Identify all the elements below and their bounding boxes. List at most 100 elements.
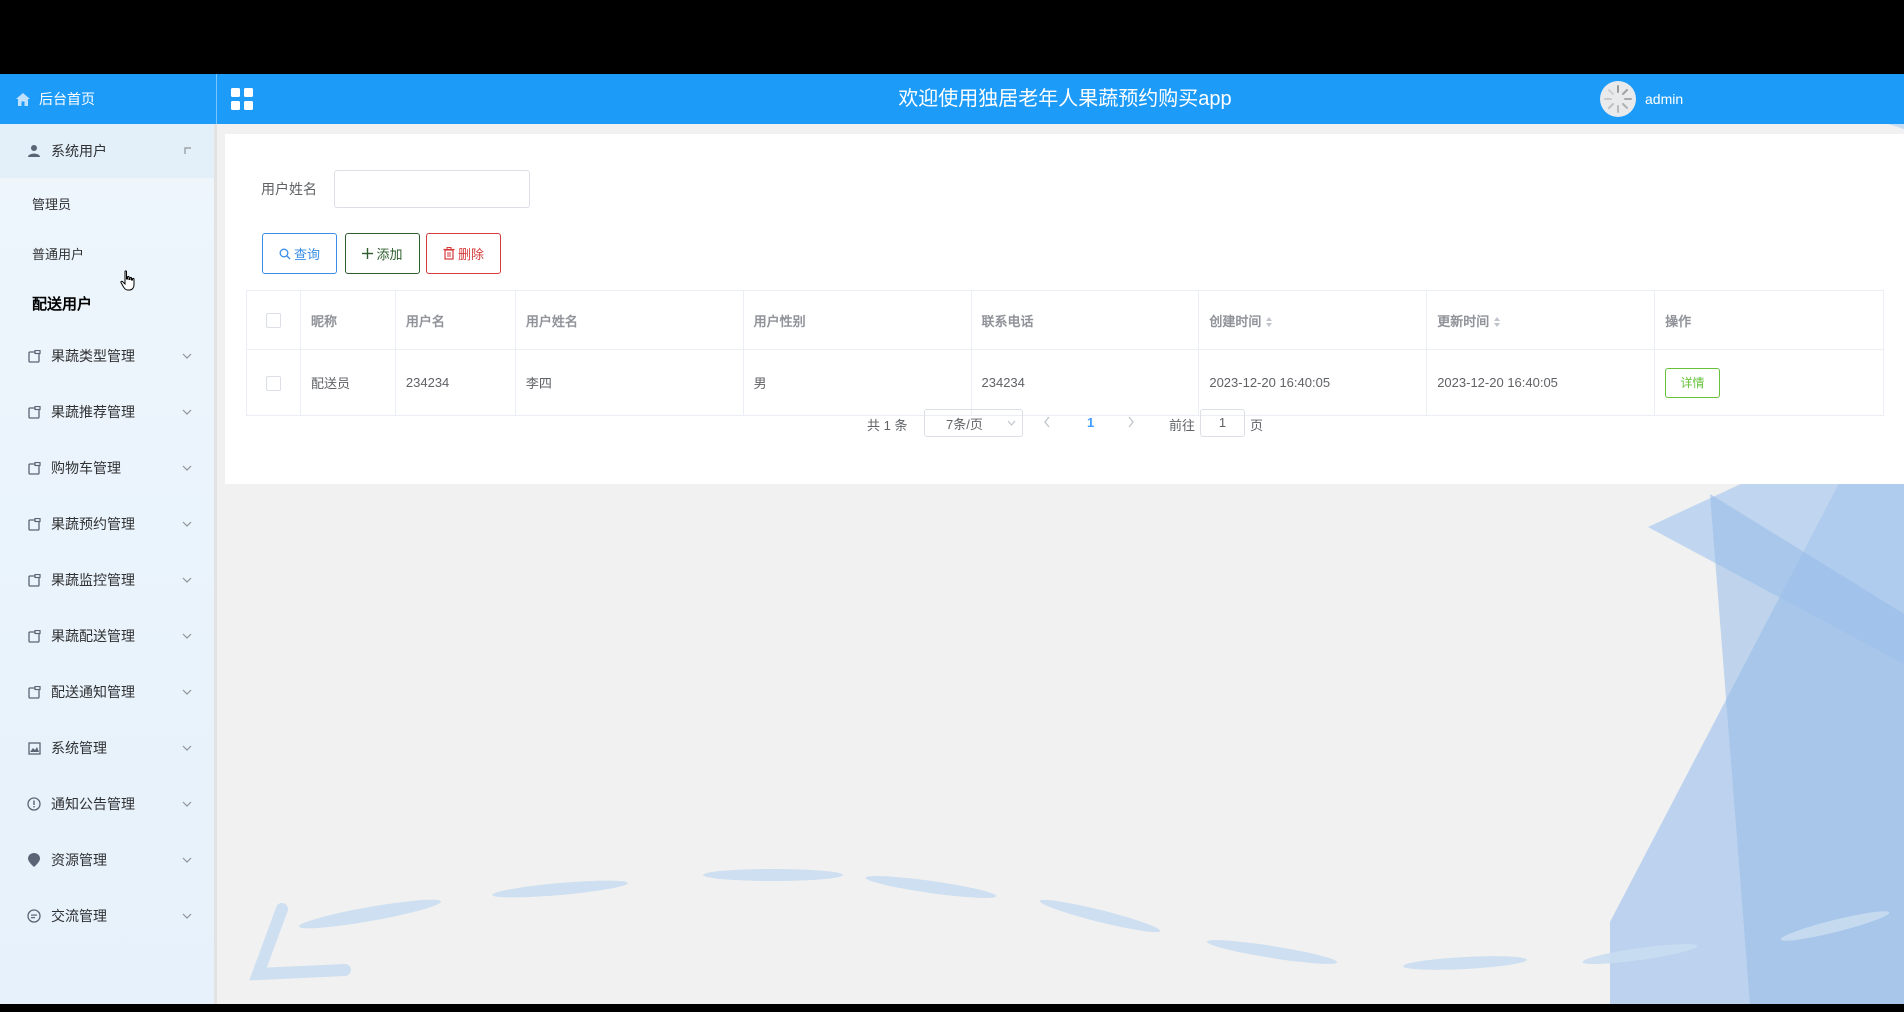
sidebar-item-label: 配送通知管理	[51, 684, 135, 700]
sidebar-item-reservations[interactable]: 果蔬预约管理	[0, 496, 214, 552]
page-size-value: 7条/页	[946, 416, 983, 432]
pagination-total: 共 1 条	[867, 418, 908, 433]
location-icon	[26, 852, 42, 868]
chevron-down-icon	[182, 409, 192, 415]
column-header: 操作	[1654, 290, 1884, 350]
chat-icon	[26, 908, 42, 924]
document-icon	[26, 684, 42, 700]
select-all-checkbox[interactable]	[265, 313, 281, 329]
row-select-cell	[246, 349, 301, 416]
delete-button-label: 删除	[457, 247, 484, 262]
delete-button[interactable]: 删除	[426, 233, 501, 274]
search-icon	[279, 248, 291, 259]
add-button[interactable]: 添加	[345, 233, 420, 274]
table-row: 配送员 234234 李四 男 234234 2023-12-20 16:40:…	[246, 349, 1884, 416]
sidebar-subitem-admin[interactable]: 管理员	[0, 178, 214, 228]
sidebar-item-resources[interactable]: 资源管理	[0, 832, 214, 888]
document-icon	[26, 628, 42, 644]
loading-spinner-icon	[1604, 85, 1632, 113]
cell-phone: 234234	[970, 349, 1200, 416]
goto-page-input[interactable]: 1	[1200, 409, 1245, 437]
add-button-label: 添加	[376, 247, 403, 262]
grid-menu-icon[interactable]	[229, 86, 255, 112]
column-header: 用户性别	[742, 290, 972, 350]
chevron-down-icon	[182, 521, 192, 527]
sidebar-item-announcements[interactable]: 通知公告管理	[0, 776, 214, 832]
row-checkbox[interactable]	[265, 375, 281, 391]
trash-icon	[443, 247, 455, 260]
cell-actions: 详情	[1654, 349, 1884, 416]
chevron-down-icon	[182, 745, 192, 751]
sidebar-item-communication[interactable]: 交流管理	[0, 888, 214, 944]
column-header-label: 更新时间	[1437, 313, 1490, 329]
sidebar-item-monitoring[interactable]: 果蔬监控管理	[0, 552, 214, 608]
cell-username: 234234	[394, 349, 516, 416]
user-icon	[26, 143, 42, 159]
detail-button[interactable]: 详情	[1665, 367, 1721, 398]
sidebar-item-label: 交流管理	[51, 908, 107, 924]
chevron-down-icon	[182, 353, 192, 359]
plus-icon	[362, 248, 374, 259]
sidebar-item-produce-recommend[interactable]: 果蔬推荐管理	[0, 384, 214, 440]
page-size-select[interactable]: 7条/页	[924, 409, 1023, 437]
document-icon	[26, 460, 42, 476]
goto-unit: 页	[1250, 418, 1264, 433]
search-label: 用户姓名	[261, 181, 317, 197]
column-header: 联系电话	[970, 290, 1200, 350]
user-menu[interactable]: admin	[1600, 80, 1683, 118]
prev-page-icon[interactable]	[1043, 415, 1051, 429]
top-header: 后台首页 欢迎使用独居老年人果蔬预约购买app admin	[0, 74, 1904, 124]
sidebar-item-label: 系统管理	[51, 740, 107, 756]
chevron-down-icon	[182, 857, 192, 863]
sidebar-item-label: 果蔬预约管理	[51, 516, 135, 532]
home-label: 后台首页	[39, 91, 95, 107]
cell-nickname: 配送员	[299, 349, 396, 416]
sidebar: 系统用户 管理员 普通用户 配送用户 果蔬类型管理 果蔬推荐管理 购物车管理 果…	[0, 124, 217, 1004]
column-header-created[interactable]: 创建时间	[1198, 290, 1428, 350]
chevron-down-icon	[182, 689, 192, 695]
name-search-input[interactable]	[334, 170, 530, 208]
query-button[interactable]: 查询	[262, 233, 337, 274]
sidebar-subitem-normal-users[interactable]: 普通用户	[0, 228, 214, 278]
select-all-cell	[246, 290, 301, 350]
home-icon	[16, 92, 30, 106]
next-page-icon[interactable]	[1127, 415, 1135, 429]
column-header: 用户名	[394, 290, 516, 350]
column-header-updated[interactable]: 更新时间	[1426, 290, 1656, 350]
chevron-down-icon	[182, 577, 192, 583]
pagination: 共 1 条 7条/页 1 前往 1 页	[225, 408, 1904, 438]
home-link[interactable]: 后台首页	[0, 74, 217, 124]
main-content: 用户姓名 查询 添加 删除 昵称 用户名 用户姓名 用户性别 联系电话 创建时间…	[225, 134, 1904, 484]
chevron-down-icon	[1007, 420, 1016, 426]
collapse-icon	[184, 147, 191, 154]
users-table: 昵称 用户名 用户姓名 用户性别 联系电话 创建时间 更新时间 操作 配送员 2…	[246, 290, 1884, 416]
sidebar-item-label: 果蔬类型管理	[51, 348, 135, 364]
sidebar-item-cart[interactable]: 购物车管理	[0, 440, 214, 496]
document-icon	[26, 404, 42, 420]
column-header: 昵称	[299, 290, 396, 350]
sidebar-item-delivery[interactable]: 果蔬配送管理	[0, 608, 214, 664]
sidebar-subitem-delivery-users[interactable]: 配送用户	[0, 278, 214, 328]
cell-updated: 2023-12-20 16:40:05	[1426, 349, 1656, 416]
column-header-label: 创建时间	[1209, 313, 1262, 329]
chevron-down-icon	[182, 465, 192, 471]
query-button-label: 查询	[293, 247, 320, 262]
cell-created: 2023-12-20 16:40:05	[1198, 349, 1428, 416]
info-icon	[26, 796, 42, 812]
username: admin	[1645, 91, 1684, 107]
page-number[interactable]: 1	[1087, 415, 1094, 430]
sidebar-item-system-users[interactable]: 系统用户	[0, 124, 214, 178]
sidebar-item-label: 购物车管理	[51, 460, 121, 476]
cell-real-name: 李四	[514, 349, 744, 416]
chevron-down-icon	[182, 801, 192, 807]
sidebar-item-label: 资源管理	[51, 852, 107, 868]
sidebar-item-label: 果蔬监控管理	[51, 572, 135, 588]
sort-icon[interactable]	[1493, 316, 1501, 328]
sidebar-item-system[interactable]: 系统管理	[0, 720, 214, 776]
chevron-down-icon	[182, 913, 192, 919]
document-icon	[26, 572, 42, 588]
sidebar-item-produce-types[interactable]: 果蔬类型管理	[0, 328, 214, 384]
sort-icon[interactable]	[1265, 316, 1273, 328]
sidebar-item-delivery-notices[interactable]: 配送通知管理	[0, 664, 214, 720]
sidebar-item-label: 果蔬配送管理	[51, 628, 135, 644]
